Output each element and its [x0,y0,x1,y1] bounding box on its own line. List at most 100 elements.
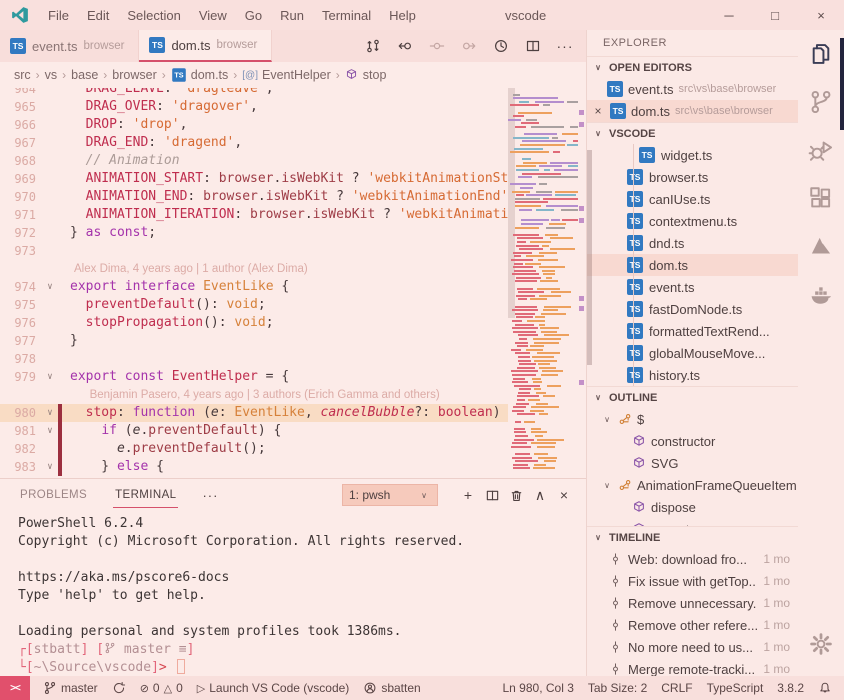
menu-view[interactable]: View [190,0,236,30]
terminal-shell-select[interactable]: 1: pwsh ∨ [342,484,438,506]
section-timeline[interactable]: ∨ TIMELINE [587,526,798,548]
file-dom-ts[interactable]: TSdom.ts [587,254,798,276]
code-line-973[interactable]: 973 [0,242,508,260]
breadcrumb-item-domts[interactable]: TSdom.ts [171,67,229,83]
maximize-button[interactable]: □ [752,0,798,30]
file-widget-ts[interactable]: TSwidget.ts [587,144,798,166]
panel-more-icon[interactable]: ··· [202,488,218,503]
code-line-968[interactable]: 968 // Animation [0,152,508,170]
tab-dom-ts[interactable]: TS dom.ts browser [139,30,272,62]
language-status[interactable]: TypeScript [700,676,771,700]
code-line-970[interactable]: 970 ANIMATION_END: browser.isWebKit ? 'w… [0,188,508,206]
code-line-965[interactable]: 965 DRAG_OVER: 'dragover', [0,98,508,116]
file-globalMouseMove---[interactable]: TSglobalMouseMove... [587,342,798,364]
minimap[interactable] [508,90,578,478]
timeline-item[interactable]: Merge remote-tracki...1 mo [587,658,798,676]
activity-extensions-icon[interactable] [798,174,844,222]
code-line-982[interactable]: 982 e.preventDefault(); [0,440,508,458]
code-editor[interactable]: 964 DRAG_LEAVE: 'dragleave',965 DRAG_OVE… [0,88,586,478]
menu-selection[interactable]: Selection [118,0,189,30]
code-line-976[interactable]: 976 stopPropagation(): void; [0,314,508,332]
menu-go[interactable]: Go [236,0,271,30]
fold-chevron-icon[interactable]: ∨ [42,458,58,476]
file-formattedTextRend---[interactable]: TSformattedTextRend... [587,320,798,342]
tab-event-ts[interactable]: TS event.ts browser [0,30,139,62]
outline-dispose[interactable]: dispose [587,496,798,518]
outline-[interactable]: ∨$ [587,408,798,430]
menu-edit[interactable]: Edit [78,0,118,30]
file-fastDomNode-ts[interactable]: TSfastDomNode.ts [587,298,798,320]
launch-task-status[interactable]: ▷ Launch VS Code (vscode) [190,676,357,700]
section-open-editors[interactable]: ∨ OPEN EDITORS [587,56,798,78]
menu-terminal[interactable]: Terminal [313,0,380,30]
outline-animationframequeueitem[interactable]: ∨AnimationFrameQueueItem [587,474,798,496]
activity-azure-icon[interactable] [798,222,844,270]
kill-terminal-icon[interactable] [504,484,528,506]
breadcrumb-item-base[interactable]: base [71,68,98,82]
sidebar-scrollbar[interactable] [587,150,592,365]
sync-status-icon[interactable] [105,676,133,700]
cursor-position-status[interactable]: Ln 980, Col 3 [495,676,580,700]
previous-change-icon[interactable] [396,37,414,55]
remote-indicator[interactable]: >< [0,676,30,700]
close-editor-icon[interactable]: × [591,104,605,118]
maximize-panel-icon[interactable]: ∧ [528,484,552,506]
timeline-item[interactable]: Web: download fro...1 mo [587,548,798,570]
code-line-978[interactable]: 978 [0,350,508,368]
timeline-item[interactable]: No more need to us...1 mo [587,636,798,658]
terminal-output[interactable]: PowerShell 6.2.4Copyright (c) Microsoft … [0,511,586,676]
fold-chevron-icon[interactable]: ∨ [42,404,58,422]
fold-chevron-icon[interactable]: ∨ [42,422,58,440]
notifications-bell-icon[interactable] [811,676,844,700]
breadcrumb-item-browser[interactable]: browser [112,68,156,82]
more-actions-icon[interactable]: ··· [556,37,574,55]
tab-terminal[interactable]: TERMINAL [113,483,178,508]
menu-run[interactable]: Run [271,0,313,30]
fold-chevron-icon[interactable]: ∨ [42,368,58,386]
file-canIUse-ts[interactable]: TScanIUse.ts [587,188,798,210]
open-changes-icon[interactable] [364,37,382,55]
breadcrumb-item-src[interactable]: src [14,68,31,82]
file-contextmenu-ts[interactable]: TScontextmenu.ts [587,210,798,232]
account-status[interactable]: sbatten [356,676,427,700]
problems-status[interactable]: ⊘ 0 △ 0 [133,676,190,700]
minimize-button[interactable]: ─ [706,0,752,30]
file-event-ts[interactable]: TSevent.ts [587,276,798,298]
code-line-983[interactable]: 983∨ } else { [0,458,508,476]
section-folder-vscode[interactable]: ∨ VSCODE [587,122,798,144]
code-line-971[interactable]: 971 ANIMATION_ITERATION: browser.isWebKi… [0,206,508,224]
code-line-979[interactable]: 979∨export const EventHelper = { [0,368,508,386]
code-line-975[interactable]: 975 preventDefault(): void; [0,296,508,314]
file-dnd-ts[interactable]: TSdnd.ts [587,232,798,254]
open-editor-event-ts[interactable]: TSevent.tssrc\vs\base\browser [587,78,798,100]
tab-size-status[interactable]: Tab Size: 2 [581,676,654,700]
section-outline[interactable]: ∨ OUTLINE [587,386,798,408]
close-button[interactable]: × [798,0,844,30]
open-editor-dom-ts[interactable]: ×TSdom.tssrc\vs\base\browser [587,100,798,122]
timeline-history-icon[interactable] [492,37,510,55]
settings-gear-icon[interactable] [798,620,844,668]
close-panel-icon[interactable]: × [552,484,576,506]
code-line-972[interactable]: 972} as const; [0,224,508,242]
outline-execute[interactable]: execute [587,518,798,526]
timeline-item[interactable]: Remove unnecessary...1 mo [587,592,798,614]
timeline-item[interactable]: Remove other refere...1 mo [587,614,798,636]
code-line-974[interactable]: 974∨export interface EventLike { [0,278,508,296]
timeline-item[interactable]: Fix issue with getTop...1 mo [587,570,798,592]
ts-version-status[interactable]: 3.8.2 [770,676,811,700]
menu-file[interactable]: File [39,0,78,30]
file-browser-ts[interactable]: TSbrowser.ts [587,166,798,188]
outline-constructor[interactable]: constructor [587,430,798,452]
activity-debug-icon[interactable] [798,126,844,174]
file-history-ts[interactable]: TShistory.ts [587,364,798,386]
breadcrumb-item-vs[interactable]: vs [45,68,58,82]
code-line-981[interactable]: 981∨ if (e.preventDefault) { [0,422,508,440]
breadcrumb-item-stop[interactable]: stop [345,68,387,82]
fold-chevron-icon[interactable]: ∨ [42,278,58,296]
split-terminal-icon[interactable] [480,484,504,506]
code-line-977[interactable]: 977} [0,332,508,350]
breadcrumb-item-eventhelper[interactable]: [@]EventHelper [242,68,331,82]
split-editor-icon[interactable] [524,37,542,55]
code-line-980[interactable]: 980∨ stop: function (e: EventLike, cance… [0,404,508,422]
activity-source-control-icon[interactable] [798,78,844,126]
